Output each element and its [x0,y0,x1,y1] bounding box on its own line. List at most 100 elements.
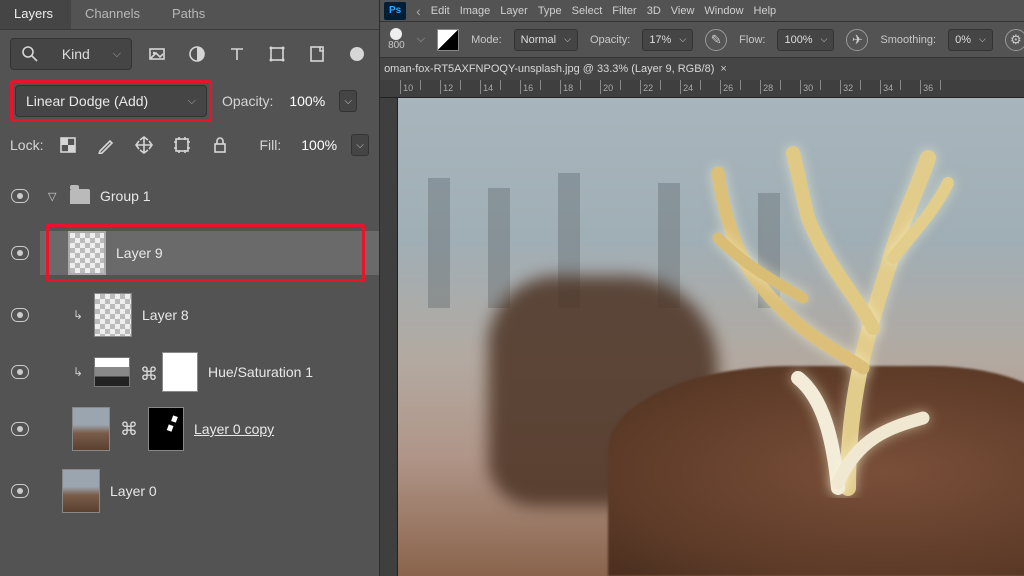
menu-select[interactable]: Select [572,5,603,17]
flow-label: Flow: [739,34,765,46]
layer-thumbnail[interactable] [72,407,110,451]
link-icon[interactable]: ⌘ [120,419,138,440]
filter-smartobject-icon[interactable] [306,43,328,65]
visibility-toggle[interactable] [0,246,40,260]
lock-position-icon[interactable] [133,134,155,156]
menu-3d[interactable]: 3D [647,5,661,17]
mask-thumbnail[interactable] [162,352,198,392]
lock-all-icon[interactable] [209,134,231,156]
visibility-toggle[interactable] [0,484,40,498]
menu-edit[interactable]: Edit [431,5,450,17]
tab-channels[interactable]: Channels [71,0,158,29]
disclosure-icon[interactable]: ▽ [48,190,60,203]
lock-transparency-icon[interactable] [57,134,79,156]
chevron-down-icon[interactable]: ⌵ [417,33,425,46]
visibility-toggle[interactable] [0,189,40,203]
fill-label: Fill: [259,137,281,153]
airbrush-icon[interactable]: ✈ [846,29,868,51]
menu-view[interactable]: View [671,5,695,17]
layer-name: Group 1 [100,188,151,204]
folder-icon [70,189,90,204]
smoothing-options-icon[interactable]: ⚙ [1005,29,1024,51]
blend-mode-brush-select[interactable]: Normal ⌵ [514,29,578,51]
layer-opacity-value[interactable]: 100% [283,89,331,113]
adjustment-thumbnail[interactable] [94,357,130,387]
layer-row-group[interactable]: ▽ Group 1 [0,170,379,222]
eye-icon [11,308,29,322]
filter-kind-select[interactable]: Kind ⌵ [10,38,132,70]
brush-flow[interactable]: 100% ⌵ [777,29,834,51]
opacity-label: Opacity: [590,34,630,46]
menu-help[interactable]: Help [754,5,777,17]
opacity-value: 17% [649,34,671,46]
tab-layers[interactable]: Layers [0,0,71,29]
layers-list: ▽ Group 1 Layer 9 ↳ Layer 8 [0,166,379,576]
layer-row-layer0[interactable]: Layer 0 [0,460,379,522]
visibility-toggle[interactable] [0,365,40,379]
app-logo[interactable]: Ps [384,2,406,20]
ruler-vertical[interactable] [380,98,398,576]
brush-opacity[interactable]: 17% ⌵ [642,29,693,51]
opacity-dropdown[interactable]: ⌵ [339,90,357,112]
smoothing-label: Smoothing: [880,34,936,46]
layer-name: Layer 0 copy [194,421,274,437]
back-arrow-icon[interactable]: ‹ [416,3,421,19]
visibility-toggle[interactable] [0,308,40,322]
brush-smoothing[interactable]: 0% ⌵ [948,29,993,51]
layer-row-layer8[interactable]: ↳ Layer 8 [0,284,379,346]
filter-artboard-icon[interactable] [346,43,368,65]
document-area: Ps ‹ Edit Image Layer Type Select Filter… [380,0,1024,576]
link-icon[interactable]: ⌘ [140,364,152,380]
mask-thumbnail[interactable] [148,407,184,451]
filter-shape-icon[interactable] [266,43,288,65]
brush-size-value: 800 [388,40,405,51]
menu-type[interactable]: Type [538,5,562,17]
eye-icon [11,484,29,498]
clipping-icon: ↳ [72,365,84,379]
filter-kind-label: Kind [62,46,90,62]
fill-dropdown[interactable]: ⌵ [351,134,369,156]
filter-pixel-icon[interactable] [146,43,168,65]
tab-paths[interactable]: Paths [158,0,223,29]
brush-panel-icon[interactable] [437,29,459,51]
lock-pixels-icon[interactable] [95,134,117,156]
canvas-image [658,118,978,498]
close-icon[interactable]: × [720,63,726,75]
canvas[interactable] [398,98,1024,576]
ruler-horizontal[interactable]: 1012141618202224262830323436 [380,80,1024,98]
filter-icons [146,43,368,65]
document-tab[interactable]: oman-fox-RT5AXFNPOQY-unsplash.jpg @ 33.3… [384,63,727,75]
layer-name: Layer 0 [110,483,157,499]
menu-filter[interactable]: Filter [612,5,636,17]
pressure-opacity-icon[interactable]: ✎ [705,29,727,51]
chevron-down-icon: ⌵ [113,48,121,61]
fill-value[interactable]: 100% [295,133,343,157]
filter-type-icon[interactable] [226,43,248,65]
lock-artboard-icon[interactable] [171,134,193,156]
mode-value: Normal [521,34,556,46]
layer-row-huesat[interactable]: ↳ ⌘ Hue/Saturation 1 [0,346,379,398]
menu-image[interactable]: Image [460,5,491,17]
layer-name: Layer 8 [142,307,189,323]
smoothing-value: 0% [955,34,971,46]
layer-row-layer9[interactable]: Layer 9 [0,222,379,284]
brush-preset[interactable]: 800 [388,28,405,51]
chevron-down-icon: ⌵ [679,34,686,45]
search-icon [21,45,39,63]
clipping-icon: ↳ [72,308,84,322]
layer-thumbnail[interactable] [68,231,106,275]
panel-tabs: Layers Channels Paths [0,0,379,30]
layer-name: Hue/Saturation 1 [208,364,313,380]
menu-layer[interactable]: Layer [500,5,528,17]
eye-icon [11,189,29,203]
layer-thumbnail[interactable] [62,469,100,513]
layers-panel: Layers Channels Paths Kind ⌵ Line [0,0,380,576]
filter-adjustment-icon[interactable] [186,43,208,65]
menu-window[interactable]: Window [704,5,743,17]
chevron-down-icon: ⌵ [979,34,986,45]
visibility-toggle[interactable] [0,422,40,436]
blend-mode-select[interactable]: Linear Dodge (Add) ⌵ [15,85,207,117]
eye-icon [11,422,29,436]
layer-thumbnail[interactable] [94,293,132,337]
layer-row-layer0copy[interactable]: ⌘ Layer 0 copy [0,398,379,460]
